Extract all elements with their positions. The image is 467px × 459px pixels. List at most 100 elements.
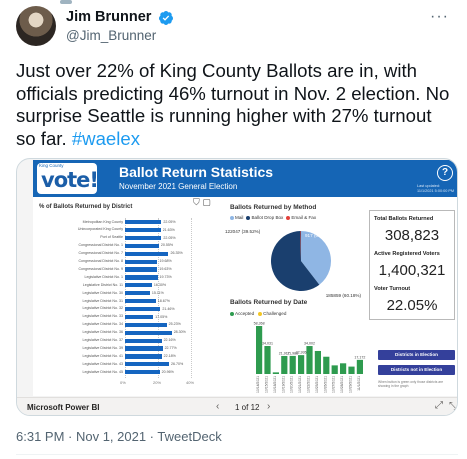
district-bar[interactable] bbox=[125, 235, 162, 241]
date-tick-label: 10/20/2021 bbox=[290, 376, 294, 393]
district-bar[interactable] bbox=[125, 346, 163, 351]
date-chart-legend: Accepted Challenged bbox=[230, 311, 290, 316]
district-bar[interactable] bbox=[125, 314, 154, 320]
district-label: Legislative District No. 31 bbox=[82, 298, 123, 303]
district-bar[interactable] bbox=[125, 227, 161, 233]
button-note: When button is green only those district… bbox=[378, 380, 444, 388]
district-bar[interactable] bbox=[125, 362, 170, 367]
date-tick-label: 10/26/2021 bbox=[323, 376, 327, 393]
verified-badge-icon bbox=[159, 11, 173, 25]
date-bar[interactable] bbox=[314, 350, 321, 374]
chevron-left-icon[interactable]: ‹ bbox=[216, 401, 219, 412]
registered-voters-value: 1,400,321 bbox=[378, 262, 446, 279]
district-value-label: 17.05% bbox=[155, 314, 168, 319]
date-bar[interactable] bbox=[256, 326, 263, 374]
district-bar[interactable] bbox=[125, 283, 152, 288]
share-icon[interactable]: ⤢ bbox=[435, 400, 443, 411]
date-column-chart: 58,368 10/14/2021 34,031 10/15/2021 10/18/20… bbox=[254, 322, 366, 393]
filter-icon[interactable]: ⛉ ▢ bbox=[193, 197, 211, 208]
district-bar[interactable] bbox=[125, 259, 158, 264]
legend-swatch bbox=[230, 215, 234, 220]
pie-data-label: 122047 (39.52%) bbox=[225, 229, 261, 234]
legend-label: Ballot Drop Box bbox=[251, 215, 284, 220]
district-bar[interactable] bbox=[125, 267, 158, 272]
legend-label: Mail bbox=[235, 215, 244, 220]
voter-turnout-value: 22.05% bbox=[386, 297, 438, 314]
chevron-right-icon[interactable]: › bbox=[267, 401, 270, 412]
district-bar[interactable] bbox=[125, 306, 161, 312]
author-name[interactable]: Jim Brunner bbox=[66, 9, 151, 25]
district-value-label: 19.63% bbox=[159, 267, 172, 272]
district-value-label: 22.16% bbox=[163, 338, 176, 343]
avatar[interactable] bbox=[16, 6, 56, 46]
legend-item: Mail bbox=[230, 215, 243, 220]
district-value-label: 25.23% bbox=[168, 322, 181, 327]
district-bar[interactable] bbox=[125, 220, 162, 225]
district-value-label: 22.05% bbox=[163, 219, 176, 224]
district-value-label: 21.46% bbox=[162, 306, 175, 311]
district-label: Legislative District No. 34 bbox=[82, 322, 123, 327]
tweet-timestamp[interactable]: 6:31 PM · Nov 1, 2021 · TweetDeck bbox=[16, 429, 222, 444]
pie-data-label: 185859 (60.18%) bbox=[326, 293, 362, 298]
page-indicator: 1 of 12 bbox=[235, 403, 260, 412]
district-bar[interactable] bbox=[125, 251, 169, 256]
district-label: Legislative District No. 32 bbox=[82, 306, 123, 311]
date-bar[interactable] bbox=[348, 366, 355, 374]
expand-icon[interactable]: ⤡ bbox=[449, 401, 457, 412]
embedded-report-image[interactable]: King County vote! Ballot Return Statisti… bbox=[16, 158, 458, 416]
date-bar[interactable] bbox=[272, 372, 279, 374]
district-bar[interactable] bbox=[125, 370, 160, 375]
district-bar[interactable] bbox=[125, 275, 158, 280]
district-bar[interactable] bbox=[125, 291, 150, 296]
help-icon[interactable]: ? bbox=[437, 165, 453, 181]
district-bar[interactable] bbox=[125, 322, 167, 327]
district-bar[interactable] bbox=[125, 330, 172, 335]
registered-voters-label: Active Registered Voters bbox=[374, 251, 440, 257]
power-bi-footer: Microsoft Power BI ‹ 1 of 12 › ⤢ ⤡ bbox=[17, 397, 457, 415]
date-bar[interactable] bbox=[306, 346, 313, 374]
fragment-icon bbox=[60, 0, 72, 4]
date-bar[interactable] bbox=[298, 355, 305, 374]
method-chart-legend: Mail Ballot Drop Box Email & Fax bbox=[230, 215, 319, 220]
date-bar[interactable] bbox=[264, 346, 271, 374]
districts-not-in-election-button[interactable]: Districts not in Election bbox=[378, 365, 455, 375]
pie-data-label: 917 (0.30%) bbox=[305, 233, 330, 238]
more-dots-icon[interactable]: ··· bbox=[430, 8, 449, 26]
districts-in-election-button[interactable]: Districts in Election bbox=[378, 350, 455, 360]
legend-swatch bbox=[258, 311, 263, 316]
legend-label: Challenged bbox=[263, 311, 287, 316]
author-handle[interactable]: @Jim_Brunner bbox=[66, 28, 156, 43]
legend-item: Email & Fax bbox=[286, 215, 316, 220]
legend-item: Ballot Drop Box bbox=[246, 215, 283, 220]
district-value-label: 20.96% bbox=[161, 369, 174, 374]
date-bar-value-label: 34,002 bbox=[304, 342, 315, 346]
last-updated-text: Last updated: 11/1/2021 5:00:00 PM bbox=[417, 184, 455, 193]
district-value-label: 22.05% bbox=[163, 235, 176, 240]
previous-tweet-fragment bbox=[0, 0, 467, 6]
date-tick-label: 10/14/2021 bbox=[256, 376, 260, 393]
district-bar[interactable] bbox=[125, 338, 162, 343]
date-chart-title: Ballots Returned by Date bbox=[230, 299, 308, 306]
date-bar[interactable] bbox=[331, 365, 338, 374]
date-bar[interactable] bbox=[340, 363, 347, 374]
district-label: Congressional District No. 7 bbox=[78, 251, 123, 256]
date-tick-label: 10/22/2021 bbox=[307, 376, 311, 393]
power-bi-label[interactable]: Microsoft Power BI bbox=[27, 403, 99, 412]
district-bar[interactable] bbox=[125, 354, 162, 359]
hashtag-link[interactable]: #waelex bbox=[72, 128, 140, 149]
date-bar[interactable] bbox=[289, 355, 296, 374]
district-label: Legislative District No. 39 bbox=[82, 345, 123, 350]
date-tick-label: 10/27/2021 bbox=[332, 376, 336, 393]
district-bar[interactable] bbox=[125, 299, 156, 304]
date-bar[interactable] bbox=[323, 356, 330, 374]
date-bar-value-label: 17,172 bbox=[354, 355, 365, 359]
report-subtitle: November 2021 General Election bbox=[119, 182, 238, 191]
date-bar[interactable] bbox=[281, 355, 288, 374]
date-bar-value-label: 58,368 bbox=[254, 322, 265, 326]
voter-turnout-label: Voter Turnout bbox=[374, 286, 411, 292]
district-bar[interactable] bbox=[125, 243, 159, 248]
district-label: Legislative District No. 11 bbox=[82, 282, 123, 287]
date-bar[interactable] bbox=[356, 359, 363, 374]
date-tick-label: 10/19/2021 bbox=[281, 376, 285, 393]
district-label: Unincorporated King County bbox=[77, 227, 123, 232]
